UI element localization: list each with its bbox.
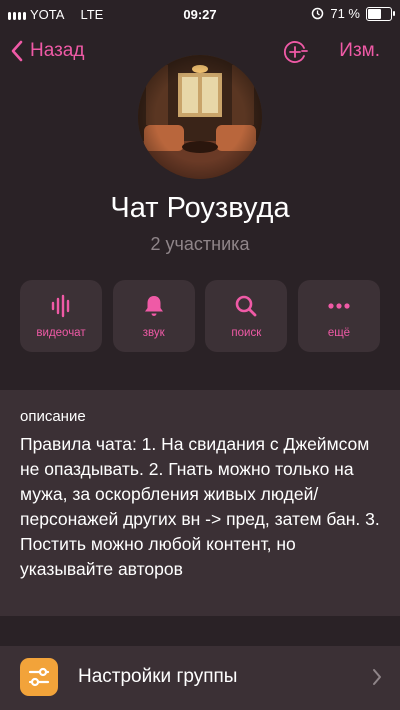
group-avatar[interactable] [138, 55, 262, 179]
group-settings-row[interactable]: Настройки группы [0, 646, 400, 710]
back-label: Назад [30, 40, 85, 61]
sound-label: звук [142, 327, 165, 339]
chat-info-screen: YOTA LTE 09:27 71 % Назад Изм. Чат Роузв… [0, 0, 400, 710]
battery-percent: 71 % [330, 6, 360, 21]
description-card: описание Правила чата: 1. На свидания с … [0, 390, 400, 616]
edit-button[interactable]: Изм. [339, 40, 380, 62]
chevron-left-icon [11, 40, 23, 62]
more-dots-icon [328, 303, 350, 309]
search-icon [236, 295, 257, 317]
more-label: ещё [327, 327, 351, 339]
sliders-icon [20, 658, 58, 696]
description-text: Правила чата: 1. На свидания с Джеймсом … [20, 434, 380, 579]
status-bar: YOTA LTE 09:27 71 % [0, 0, 400, 30]
voice-wave-icon [51, 294, 70, 318]
battery-fill [368, 8, 382, 19]
sound-button[interactable]: звук [112, 280, 195, 352]
group-settings-label: Настройки группы [78, 666, 238, 687]
description-label: описание [20, 408, 86, 425]
status-right: 71 % [311, 6, 395, 21]
more-button[interactable]: ещё [297, 280, 380, 352]
member-count: 2 участника [150, 234, 250, 254]
battery-icon [366, 6, 395, 21]
bell-icon [144, 296, 163, 316]
videochat-button[interactable]: видеочат [20, 280, 102, 352]
videochat-label: видеочат [36, 327, 86, 339]
chat-title: Чат Роузвуда [110, 192, 290, 224]
search-label: поиск [231, 327, 262, 339]
add-member-icon[interactable] [282, 39, 308, 65]
avatar-image [138, 55, 262, 179]
back-button[interactable]: Назад [10, 40, 84, 62]
action-buttons: видеочат звук поиск ещё [20, 280, 380, 352]
search-button[interactable]: поиск [205, 280, 288, 352]
chevron-right-icon [373, 669, 381, 685]
alarm-icon [312, 7, 324, 20]
